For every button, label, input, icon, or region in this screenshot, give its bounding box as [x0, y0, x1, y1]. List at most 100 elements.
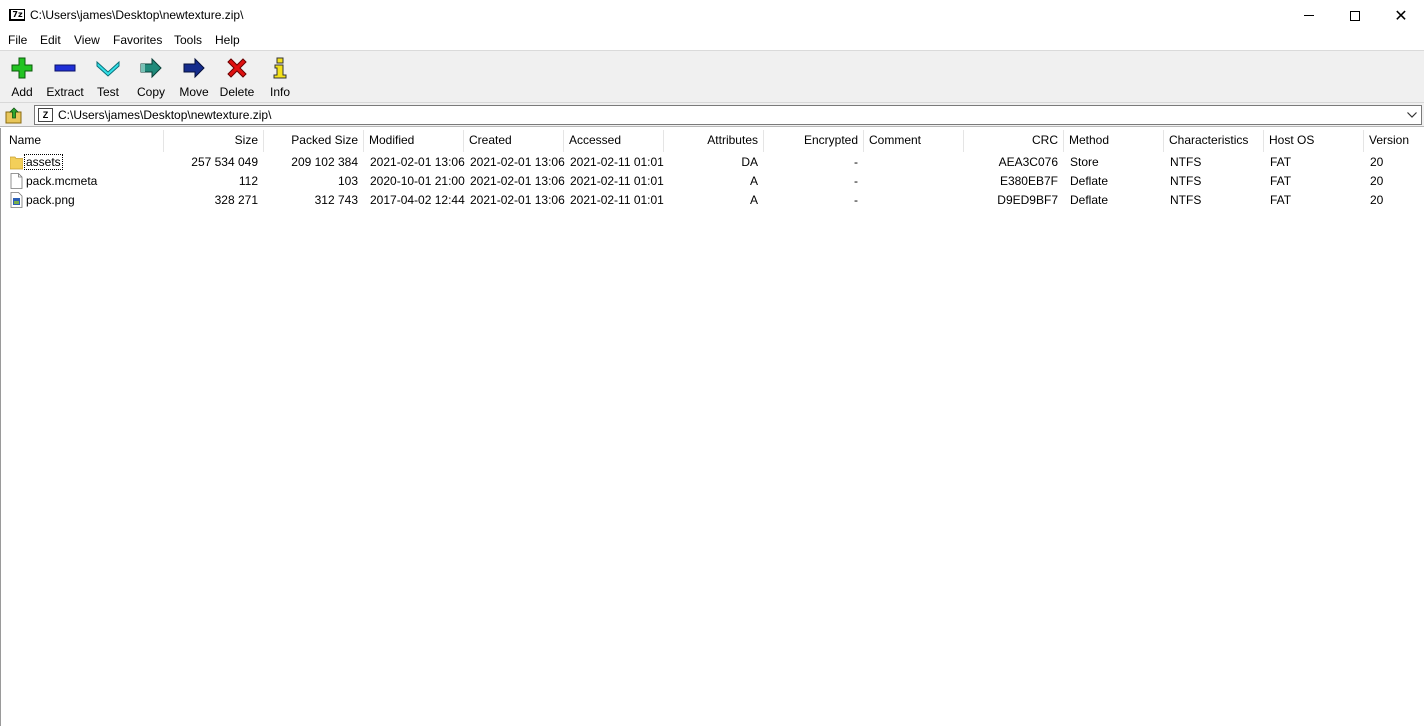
copy-arrow-icon	[138, 55, 164, 81]
row-characteristics: NTFS	[1170, 155, 1202, 169]
column-version[interactable]: Version	[1363, 133, 1415, 147]
app-logo-icon: 7z	[9, 9, 25, 21]
table-row[interactable]: pack.png 328 271 312 743 2017-04-02 12:4…	[1, 191, 1424, 210]
row-size: 257 534 049	[191, 155, 258, 169]
column-size[interactable]: Size	[163, 133, 264, 147]
menu-edit[interactable]: Edit	[40, 33, 61, 47]
row-name: assets	[24, 154, 63, 170]
column-characteristics[interactable]: Characteristics	[1163, 133, 1254, 147]
title-bar: 7z C:\Users\james\Desktop\newtexture.zip…	[0, 0, 1424, 31]
column-host-os[interactable]: Host OS	[1263, 133, 1320, 147]
move-button[interactable]: Move	[178, 55, 210, 99]
row-method: Deflate	[1070, 174, 1109, 188]
row-encrypted: -	[854, 155, 858, 169]
row-created: 2021-02-01 13:06	[470, 155, 565, 169]
row-attributes: DA	[741, 155, 758, 169]
row-packed-size: 103	[337, 174, 358, 188]
extract-button[interactable]: Extract	[45, 55, 85, 99]
image-file-icon	[10, 192, 23, 208]
delete-button[interactable]: Delete	[219, 55, 255, 99]
row-modified: 2021-02-01 13:06	[370, 155, 465, 169]
column-attributes[interactable]: Attributes	[663, 133, 764, 147]
info-button[interactable]: Info	[267, 55, 293, 99]
delete-label: Delete	[219, 85, 255, 99]
test-button[interactable]: Test	[95, 55, 121, 99]
folder-up-icon	[5, 107, 22, 124]
add-label: Add	[11, 85, 33, 99]
close-icon: ✕	[1394, 5, 1408, 25]
column-created[interactable]: Created	[463, 133, 518, 147]
menu-favorites[interactable]: Favorites	[113, 33, 162, 47]
move-label: Move	[179, 85, 209, 99]
row-characteristics: NTFS	[1170, 193, 1202, 207]
up-folder-button[interactable]	[5, 106, 23, 124]
checkmark-icon	[95, 55, 121, 81]
copy-label: Copy	[136, 85, 165, 99]
table-row[interactable]: pack.mcmeta 112 103 2020-10-01 21:00 202…	[1, 172, 1424, 191]
table-row[interactable]: assets 257 534 049 209 102 384 2021-02-0…	[1, 153, 1424, 172]
info-label: Info	[269, 85, 290, 99]
row-version: 20	[1370, 193, 1384, 207]
row-method: Deflate	[1070, 193, 1109, 207]
row-packed-size: 209 102 384	[291, 155, 358, 169]
row-crc: D9ED9BF7	[997, 193, 1058, 207]
column-method[interactable]: Method	[1063, 133, 1115, 147]
row-host-os: FAT	[1270, 155, 1292, 169]
menu-file[interactable]: File	[8, 33, 27, 47]
maximize-icon	[1350, 10, 1360, 21]
menu-tools[interactable]: Tools	[174, 33, 202, 47]
archive-icon: Z	[38, 108, 53, 122]
row-method: Store	[1070, 155, 1099, 169]
plus-icon	[9, 55, 35, 81]
folder-icon	[10, 156, 23, 170]
menu-view[interactable]: View	[74, 33, 100, 47]
file-list: Name Size Packed Size Modified Created A…	[0, 128, 1424, 726]
row-accessed: 2021-02-11 01:01	[570, 174, 664, 188]
row-version: 20	[1370, 155, 1384, 169]
address-row: Z C:\Users\james\Desktop\newtexture.zip\	[0, 103, 1424, 127]
row-size: 328 271	[214, 193, 258, 207]
minimize-icon	[1304, 15, 1314, 16]
add-button[interactable]: Add	[8, 55, 36, 99]
extract-label: Extract	[46, 85, 84, 99]
row-encrypted: -	[854, 193, 858, 207]
column-comment[interactable]: Comment	[863, 133, 927, 147]
row-created: 2021-02-01 13:06	[470, 193, 565, 207]
row-name: pack.mcmeta	[26, 174, 98, 188]
row-crc: AEA3C076	[998, 155, 1058, 169]
chevron-down-icon[interactable]	[1405, 107, 1419, 123]
delete-x-icon	[224, 55, 250, 81]
row-encrypted: -	[854, 174, 858, 188]
row-host-os: FAT	[1270, 174, 1292, 188]
column-modified[interactable]: Modified	[363, 133, 420, 147]
file-icon	[10, 173, 23, 189]
column-encrypted[interactable]: Encrypted	[763, 133, 864, 147]
menu-help[interactable]: Help	[215, 33, 240, 47]
row-size: 112	[238, 174, 258, 188]
row-modified: 2017-04-02 12:44	[370, 193, 465, 207]
column-accessed[interactable]: Accessed	[563, 133, 627, 147]
column-crc[interactable]: CRC	[963, 133, 1064, 147]
column-packed-size[interactable]: Packed Size	[263, 133, 364, 147]
address-field[interactable]: Z C:\Users\james\Desktop\newtexture.zip\	[34, 105, 1422, 125]
menu-bar: File Edit View Favorites Tools Help	[0, 31, 1424, 51]
minimize-button[interactable]	[1286, 0, 1332, 31]
row-accessed: 2021-02-11 01:01	[570, 193, 664, 207]
window-title: C:\Users\james\Desktop\newtexture.zip\	[30, 8, 244, 22]
row-characteristics: NTFS	[1170, 174, 1202, 188]
row-crc: E380EB7F	[999, 174, 1058, 188]
list-header: Name Size Packed Size Modified Created A…	[1, 128, 1424, 152]
row-created: 2021-02-01 13:06	[470, 174, 565, 188]
close-button[interactable]: ✕	[1378, 0, 1424, 31]
row-version: 20	[1370, 174, 1384, 188]
maximize-button[interactable]	[1332, 0, 1378, 31]
info-icon	[267, 55, 293, 81]
address-path: C:\Users\james\Desktop\newtexture.zip\	[58, 108, 272, 122]
row-host-os: FAT	[1270, 193, 1292, 207]
test-label: Test	[96, 85, 119, 99]
column-name[interactable]: Name	[3, 133, 47, 147]
minus-icon	[52, 55, 78, 81]
move-arrow-icon	[181, 55, 207, 81]
row-packed-size: 312 743	[314, 193, 358, 207]
copy-button[interactable]: Copy	[136, 55, 166, 99]
